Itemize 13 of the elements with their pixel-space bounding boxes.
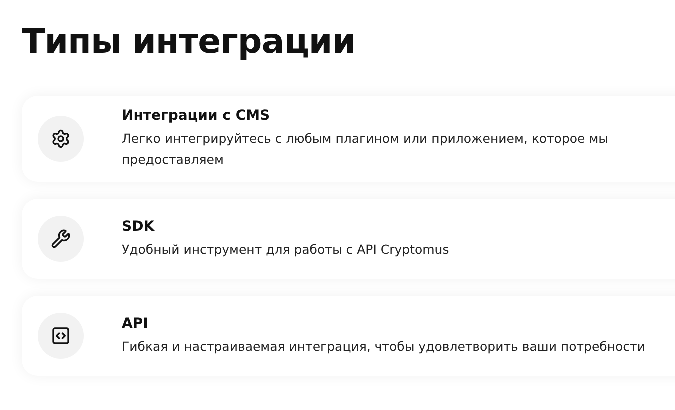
page-heading: Типы интеграции [22,21,357,64]
gear-icon [51,129,71,149]
wrench-icon [51,229,71,249]
card-description: Удобный инструмент для работы с API Cryptomus [122,240,450,259]
card-title: Интеграции с CMS [122,108,272,124]
card-description: Гибкая и настраиваемая интеграция, чтобы удовлетворить ваши потребности [122,338,646,356]
integration-card[interactable]: Интеграции с CMS Легко интегрируйтесь с любым плагином или приложением, которое мы предоставляем [22,96,675,182]
integration-card[interactable]: SDK Удобный инструмент для работы с API Cryptomus [22,199,675,279]
card-title: API [122,316,150,332]
code-icon [51,326,71,346]
integration-card[interactable]: API Гибкая и настраиваемая интеграция, чтобы удовлетворить ваши потребности [22,296,675,376]
card-title: SDK [122,218,156,234]
card-description: Легко интегрируйтесь с любым плагином или приложением, которое мы предоставляем [122,130,610,169]
